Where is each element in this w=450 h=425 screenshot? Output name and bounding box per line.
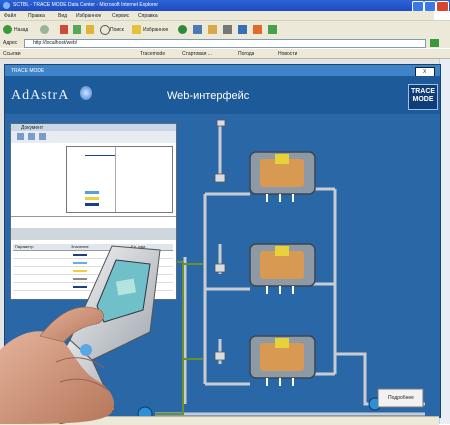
window-titlebar: SCTBL - TRACE MODE Data Center - Microso… — [0, 0, 450, 12]
messenger-icon[interactable] — [268, 25, 277, 34]
stop-icon[interactable] — [60, 25, 68, 34]
reactor-tank[interactable] — [249, 335, 316, 386]
toolbar: Назад Поиск Избранное — [0, 20, 450, 38]
back-button-label[interactable]: Назад — [14, 27, 28, 33]
valve-icon — [216, 119, 226, 127]
adastra-logo: AdAstrA — [11, 88, 70, 103]
link-item[interactable]: Погода — [238, 51, 254, 57]
media-icon[interactable] — [178, 25, 187, 34]
app-header-banner: AdAstrA Web-интерфейс TRACE MODE — [5, 76, 440, 114]
refresh-icon[interactable] — [73, 25, 81, 34]
address-label: Адрес — [3, 40, 18, 46]
link-item[interactable]: Новости — [278, 51, 297, 57]
history-icon[interactable] — [193, 25, 202, 34]
report-scroll-strip[interactable] — [11, 228, 176, 240]
reactor-tank[interactable] — [249, 151, 316, 202]
trace-mode-logo: TRACE MODE — [408, 84, 438, 110]
hand-holding-phone-image — [0, 245, 161, 424]
menu-tools[interactable]: Сервис — [112, 13, 129, 19]
window-title: SCTBL - TRACE MODE Data Center - Microso… — [13, 2, 159, 8]
favorites-icon[interactable] — [132, 25, 141, 34]
back-icon[interactable] — [3, 25, 12, 34]
link-item[interactable]: Tracemode — [140, 51, 165, 57]
links-label: Ссылки — [3, 51, 21, 57]
menu-help[interactable]: Справка — [138, 13, 158, 19]
menu-bar: Файл Правка Вид Избранное Сервис Справка — [0, 11, 450, 20]
mail-icon[interactable] — [208, 25, 217, 34]
report-tool-icon[interactable] — [28, 133, 35, 140]
report-divider — [11, 216, 176, 217]
link-item[interactable]: Стартовая ... — [182, 51, 212, 57]
menu-view[interactable]: Вид — [58, 13, 67, 19]
ie-icon — [3, 2, 10, 9]
address-bar: Адрес http://localhost/web/ — [0, 38, 450, 48]
windows-logo — [434, 11, 450, 20]
search-button-label[interactable]: Поиск — [110, 27, 124, 33]
report-trend-area — [66, 146, 173, 213]
print-icon[interactable] — [223, 25, 232, 34]
reactor-tank[interactable] — [249, 243, 316, 294]
links-bar: Ссылки Tracemode Стартовая ... Погода Но… — [0, 49, 450, 59]
address-value: http://localhost/web/ — [33, 40, 78, 46]
office-icon[interactable] — [253, 25, 262, 34]
valve-icon — [214, 351, 226, 361]
star-logo-icon — [80, 86, 92, 100]
report-tool-icon[interactable] — [39, 133, 46, 140]
page-title: Web-интерфейс — [167, 90, 250, 102]
edit-icon[interactable] — [238, 25, 247, 34]
go-icon[interactable] — [430, 39, 439, 47]
valve-icon — [214, 263, 226, 273]
favorites-button-label[interactable]: Избранное — [143, 27, 168, 33]
report-panel-titlebar: Документ — [11, 124, 176, 131]
menu-file[interactable]: Файл — [4, 13, 16, 19]
menu-favorites[interactable]: Избранное — [76, 13, 101, 19]
app-top-strip: TRACE MODE X — [5, 65, 440, 77]
report-toolbar — [11, 131, 176, 143]
address-input[interactable]: http://localhost/web/ — [24, 39, 426, 48]
report-tool-icon[interactable] — [17, 133, 24, 140]
valve-icon — [214, 173, 226, 183]
home-icon[interactable] — [86, 25, 94, 34]
menu-edit[interactable]: Правка — [28, 13, 45, 19]
details-button[interactable]: Подробнее — [383, 395, 419, 401]
header-tag: TRACE MODE — [11, 68, 45, 74]
search-icon[interactable] — [100, 25, 110, 35]
forward-icon[interactable] — [40, 25, 49, 34]
